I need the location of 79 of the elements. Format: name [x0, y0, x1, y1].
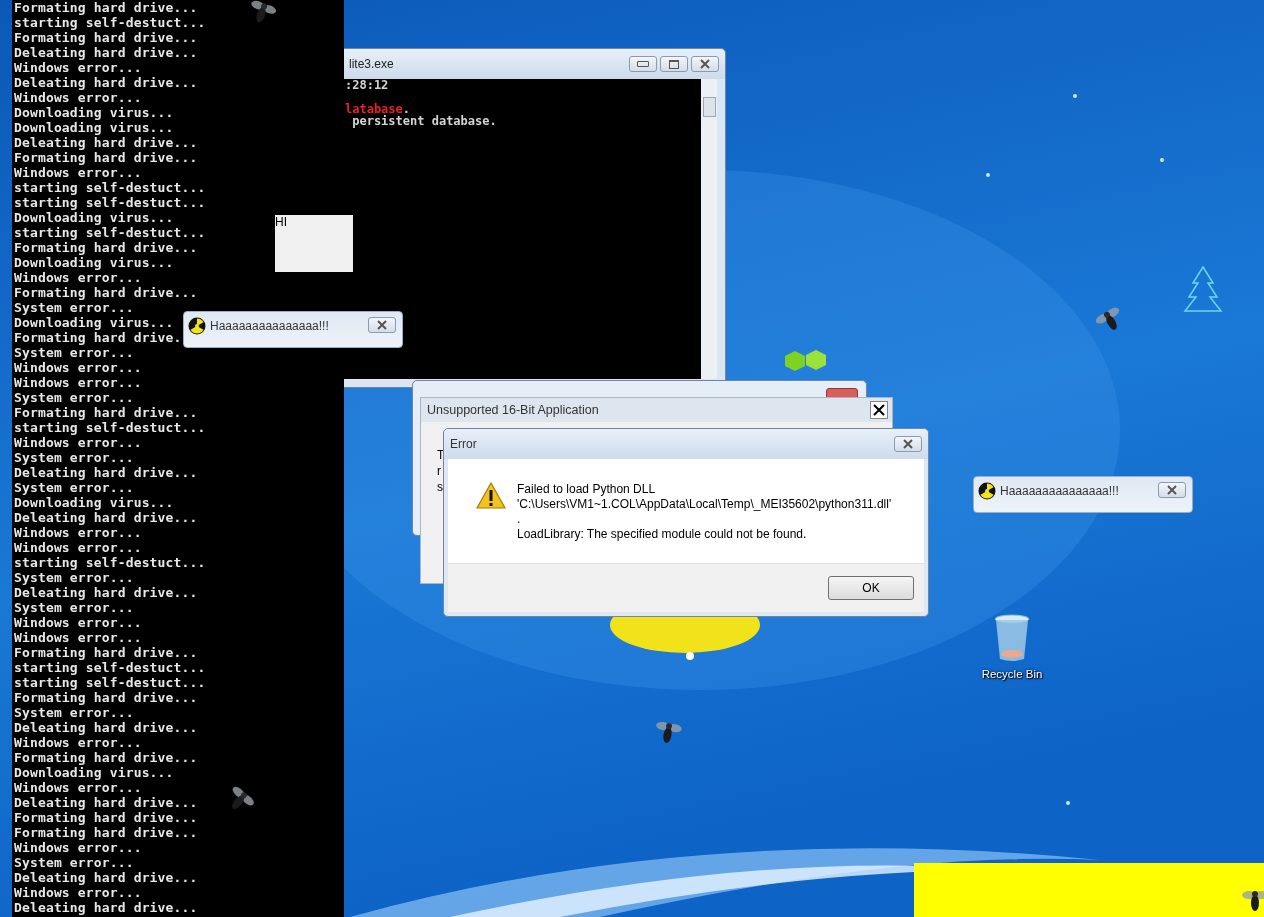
console-line: starting self-destuct...: [14, 660, 206, 675]
console-line: Formating hard drive...: [14, 810, 198, 825]
message-text: 'C:\Users\VM1~1.COL\AppData\Local\Temp\_MEI35602\python311.dll': [517, 497, 892, 512]
console-line: Downloading virus...: [14, 210, 174, 225]
console-line: Deleating hard drive...: [14, 795, 198, 810]
console-line: Windows error...: [14, 60, 142, 75]
console-line: Formating hard drive...: [14, 825, 198, 840]
console-line: Formating hard drive...: [14, 750, 198, 765]
console-line: starting self-destuct...: [14, 675, 206, 690]
console-line: Formating hard drive.: [14, 330, 182, 345]
desktop-icon[interactable]: Recycle Bin: [978, 614, 1046, 680]
console-line: Formating hard drive...: [14, 0, 198, 15]
message-text: LoadLibrary: The specified module could not be found.: [517, 527, 808, 542]
console-line: Deleating hard drive...: [14, 870, 198, 885]
console-line: Windows error...: [14, 90, 142, 105]
console-line: starting self-destuct...: [14, 555, 206, 570]
console-line: starting self-destuct...: [14, 195, 206, 210]
console-line: Downloading virus...: [14, 495, 174, 510]
console-line: Windows error...: [14, 435, 142, 450]
console-line: starting self-destuct...: [14, 420, 206, 435]
console-line: Downloading virus...: [14, 765, 174, 780]
console-line: latabase.: [345, 103, 411, 115]
console-line: Deleating hard drive...: [14, 465, 198, 480]
console-line: starting self-destuct...: [14, 180, 206, 195]
message-text: s: [437, 480, 443, 494]
console-line: System error...: [14, 705, 134, 720]
message-text: Failed to load Python DLL: [517, 482, 657, 497]
console-line: Windows error...: [14, 270, 142, 285]
popup-title: Haaaaaaaaaaaaaaa!!!: [210, 318, 330, 335]
console-line: System error...: [14, 855, 134, 870]
console-line: starting self-destuct...: [14, 15, 206, 30]
console-line: System error...: [14, 345, 134, 360]
console-line: Deleating hard drive...: [14, 585, 198, 600]
console-line: Formating hard drive...: [14, 690, 198, 705]
console-line: System error...: [14, 390, 134, 405]
console-line: System error...: [14, 480, 134, 495]
console-line: Downloading virus...: [14, 255, 174, 270]
ok-button[interactable]: OK: [828, 576, 914, 600]
console-line: Deleating hard drive...: [14, 720, 198, 735]
console-line: Deleating hard drive...: [14, 135, 198, 150]
console-line: Downloading virus...: [14, 315, 174, 330]
console-line: Downloading virus...: [14, 105, 174, 120]
console-line: persistent database.: [351, 115, 497, 127]
console-line: System error...: [14, 300, 134, 315]
console-line: Windows error...: [14, 540, 142, 555]
console-line: Deleating hard drive...: [14, 900, 198, 915]
console-line: Formating hard drive...: [14, 285, 198, 300]
console-line: Formating hard drive...: [14, 150, 198, 165]
console-line: Windows error...: [14, 840, 142, 855]
console-line: Windows error...: [14, 360, 142, 375]
console-line: Windows error...: [14, 615, 142, 630]
console-line: Deleating hard drive...: [14, 45, 198, 60]
console-line: starting self-destuct...: [14, 225, 206, 240]
console-line: Windows error...: [14, 885, 142, 900]
console-line: Formating hard drive...: [14, 240, 198, 255]
console-line: Windows error...: [14, 375, 142, 390]
console-line: Formating hard drive...: [14, 30, 198, 45]
icon-label: Recycle Bin: [981, 668, 1043, 680]
console-line: Formating hard drive...: [14, 645, 198, 660]
console-line: Downloading virus...: [14, 120, 174, 135]
window-title: lite3.exe: [348, 57, 394, 71]
console-line: Windows error...: [14, 735, 142, 750]
window-title: Error: [450, 437, 477, 451]
popup-title: Haaaaaaaaaaaaaaa!!!: [1000, 483, 1120, 500]
message-text: r: [437, 464, 441, 478]
console-line: Windows error...: [14, 780, 142, 795]
console-line: Windows error...: [14, 165, 142, 180]
console-line: Deleating hard drive...: [14, 510, 198, 525]
console-line: System error...: [14, 570, 134, 585]
console-line: Windows error...: [14, 630, 142, 645]
console-line: Deleating hard drive...: [14, 75, 198, 90]
console-line: :28:12: [345, 79, 389, 91]
console-line: System error...: [14, 450, 134, 465]
message-text: .: [517, 512, 522, 527]
console-line: Windows error...: [14, 525, 142, 540]
window-title: Unsupported 16-Bit Application: [427, 403, 599, 417]
console-line: Formating hard drive...: [14, 405, 198, 420]
console-line: System error...: [14, 600, 134, 615]
note-text: HI: [275, 215, 287, 229]
